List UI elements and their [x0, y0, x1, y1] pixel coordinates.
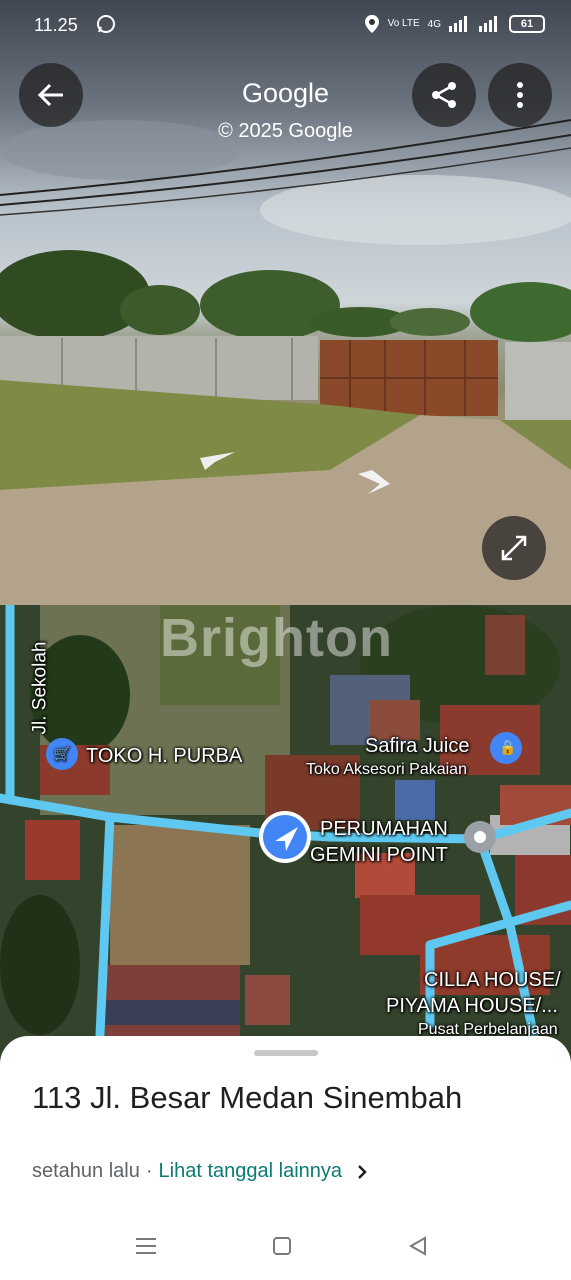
network-type: 4G	[427, 18, 441, 30]
street-view-panel[interactable]: 11.25 Vo LTE 4G 61 Google © 2025 Google	[0, 0, 571, 605]
share-icon	[432, 82, 456, 108]
signal-icon	[449, 16, 467, 32]
watermark: Brighton	[160, 608, 393, 668]
status-bar: 11.25 Vo LTE 4G 61	[0, 0, 571, 52]
whatsapp-icon	[97, 15, 115, 33]
place-toko-aksesori[interactable]: Toko Aksesori Pakaian	[306, 761, 467, 779]
expand-icon	[501, 535, 527, 561]
recent-apps-button[interactable]	[126, 1226, 166, 1266]
place-toko-purba[interactable]: TOKO H. PURBA	[86, 745, 242, 768]
see-other-dates-link[interactable]: Lihat tanggal lainnya	[159, 1160, 342, 1183]
back-triangle-icon	[408, 1236, 426, 1256]
share-button[interactable]	[412, 63, 476, 127]
street-view-title: Google	[241, 78, 330, 108]
map-panel[interactable]: Brighton Jl. Sekolah 🛒 TOKO H. PURBA Saf…	[0, 605, 571, 1065]
home-button[interactable]	[262, 1226, 302, 1266]
place-perumahan-line1[interactable]: PERUMAHAN	[320, 818, 448, 841]
drag-handle[interactable]	[254, 1050, 318, 1056]
battery-level: 61	[520, 18, 534, 30]
expand-button[interactable]	[482, 516, 546, 580]
battery-indicator: 61	[509, 15, 545, 33]
street-label: Jl. Sekolah	[29, 641, 51, 735]
status-time: 11.25	[34, 15, 78, 35]
place-safira-juice[interactable]: Safira Juice	[365, 735, 470, 758]
volte-indicator: Vo LTE	[387, 18, 420, 29]
place-cilla-line1[interactable]: CILLA HOUSE/	[424, 969, 561, 992]
place-cilla-line2[interactable]: PIYAMA HOUSE/...	[386, 995, 558, 1018]
system-nav-bar	[0, 1226, 571, 1266]
address-title: 113 Jl. Besar Medan Sinembah	[32, 1080, 463, 1115]
bottom-sheet[interactable]: 113 Jl. Besar Medan Sinembah setahun lal…	[0, 1036, 571, 1280]
more-options-button[interactable]	[488, 63, 552, 127]
shopping-bag-icon: 🔒	[499, 739, 517, 755]
more-vert-icon	[517, 82, 523, 108]
place-perumahan-line2[interactable]: GEMINI POINT	[310, 844, 448, 867]
date-text: setahun lalu	[32, 1160, 140, 1182]
signal-icon-2	[479, 16, 497, 32]
menu-icon	[136, 1238, 156, 1254]
cart-icon: 🛒	[54, 746, 71, 761]
copyright-text: © 2025 Google	[218, 120, 353, 142]
separator: ·	[145, 1160, 153, 1182]
chevron-right-icon[interactable]	[354, 1164, 370, 1180]
location-icon	[364, 15, 379, 33]
date-row: setahun lalu · Lihat tanggal lainnya	[32, 1160, 370, 1183]
home-square-icon	[273, 1237, 291, 1255]
system-back-button[interactable]	[398, 1226, 438, 1266]
